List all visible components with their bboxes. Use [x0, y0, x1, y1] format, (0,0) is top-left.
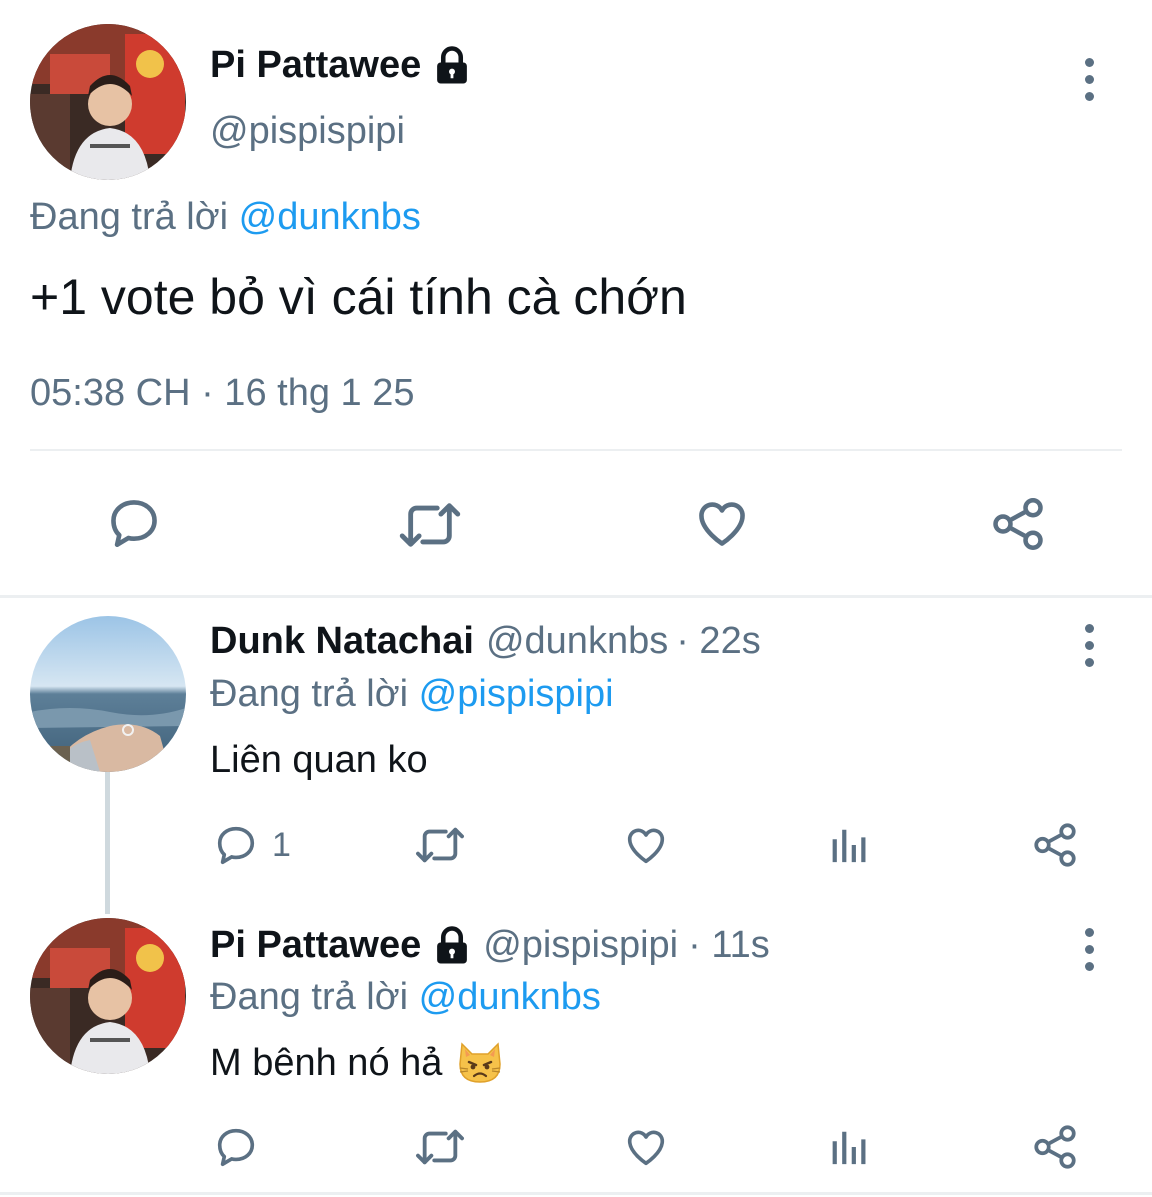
reply1-replying-to-link[interactable]: @pispispipi — [419, 673, 614, 715]
reply1-replying-to-label: Đang trả lời — [210, 673, 409, 715]
like-icon[interactable] — [622, 822, 670, 868]
bottom-divider — [0, 1192, 1152, 1195]
lock-icon — [431, 925, 473, 967]
reply1-reply-button[interactable]: 1 — [212, 822, 291, 868]
tweet-timestamp[interactable]: 05:38 CH · 16 thg 1 25 — [30, 372, 414, 415]
reply2-author-handle[interactable]: @pispispipi — [483, 924, 678, 967]
more-options-icon[interactable] — [1081, 58, 1097, 101]
lock-icon — [431, 45, 473, 87]
reply-icon — [212, 822, 260, 868]
share-icon[interactable] — [988, 494, 1048, 554]
share-icon[interactable] — [1030, 820, 1080, 870]
analytics-icon[interactable] — [828, 824, 872, 866]
reply2-text: M bênh nó hả — [210, 1041, 443, 1084]
pouting-cat-emoji — [456, 1040, 504, 1086]
retweet-icon[interactable] — [412, 1124, 468, 1170]
replying-to-line: Đang trả lời @dunknbs — [30, 196, 421, 239]
reply1-more-options-icon[interactable] — [1081, 624, 1097, 667]
thread-line — [105, 772, 110, 914]
reply2-author-avatar[interactable] — [30, 918, 186, 1074]
reply2-time[interactable]: · 11s — [688, 924, 770, 967]
replying-to-label: Đang trả lời — [30, 196, 229, 238]
like-icon[interactable] — [622, 1124, 670, 1170]
main-author-name[interactable]: Pi Pattawee — [210, 44, 421, 87]
main-author-avatar[interactable] — [30, 24, 186, 180]
retweet-icon[interactable] — [412, 822, 468, 868]
reply2-replying-to-line: Đang trả lời @dunknbs — [210, 976, 601, 1019]
reply1-author-avatar[interactable] — [30, 616, 186, 772]
reply2-replying-to-link[interactable]: @dunknbs — [419, 976, 601, 1018]
reply2-text-line: M bênh nó hả — [210, 1040, 504, 1086]
tweet-text: +1 vote bỏ vì cái tính cà chớn — [30, 269, 687, 325]
reply2-replying-to-label: Đang trả lời — [210, 976, 409, 1018]
analytics-icon[interactable] — [828, 1126, 872, 1168]
reply1-time[interactable]: · 22s — [676, 620, 760, 663]
reply-icon[interactable] — [104, 494, 164, 552]
retweet-icon[interactable] — [396, 496, 464, 554]
reply2-author-name[interactable]: Pi Pattawee — [210, 924, 421, 967]
reply1-text: Liên quan ko — [210, 739, 428, 781]
reply1-author-name[interactable]: Dunk Natachai — [210, 620, 474, 663]
reply1-replying-to-line: Đang trả lời @pispispipi — [210, 673, 614, 716]
section-divider — [0, 595, 1152, 598]
reply1-author-handle[interactable]: @dunknbs — [486, 620, 668, 663]
reply-count: 1 — [272, 825, 291, 864]
main-author-handle[interactable]: @pispispipi — [210, 110, 405, 153]
reply2-more-options-icon[interactable] — [1081, 928, 1097, 971]
share-icon[interactable] — [1030, 1122, 1080, 1172]
replying-to-link[interactable]: @dunknbs — [239, 196, 421, 238]
divider — [30, 449, 1122, 451]
reply-icon[interactable] — [212, 1124, 260, 1170]
like-icon[interactable] — [692, 494, 752, 552]
